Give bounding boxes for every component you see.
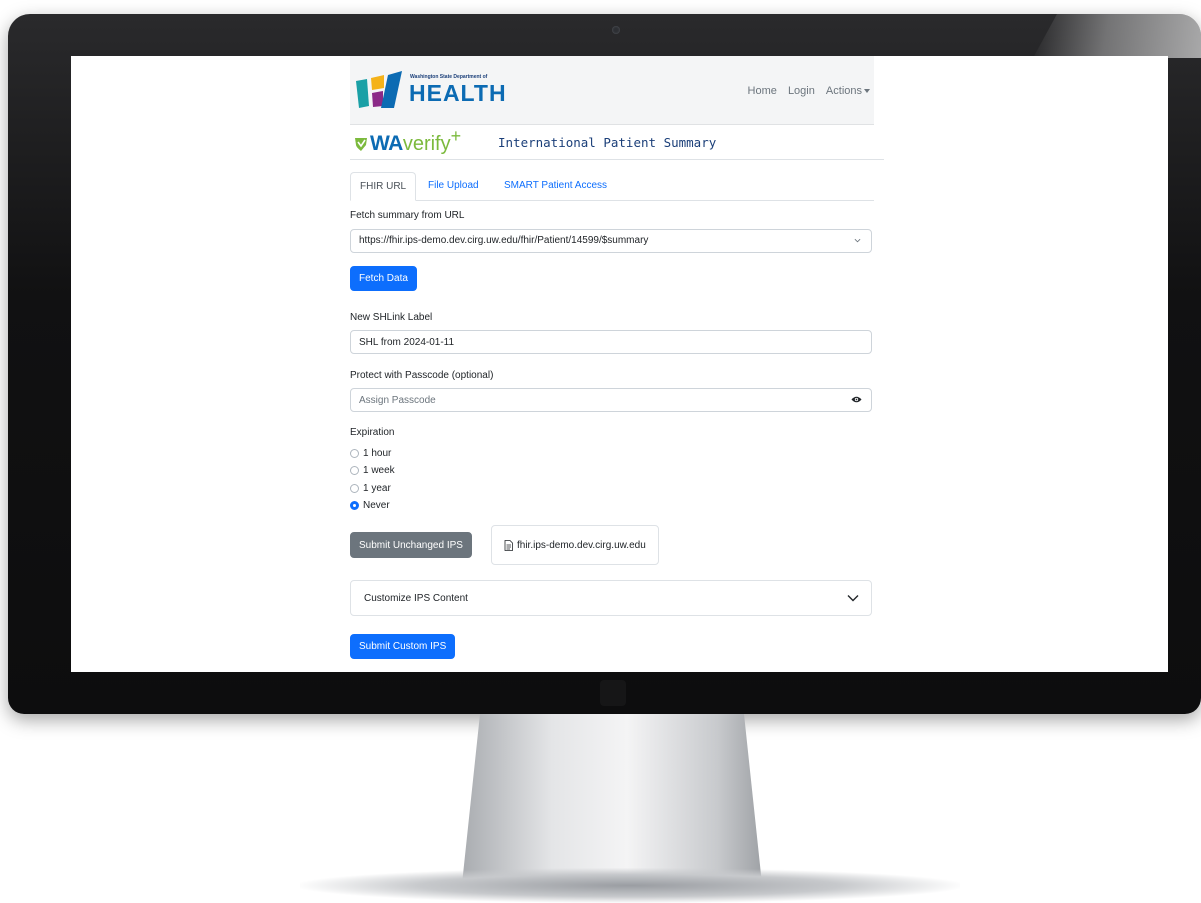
shlink-label-input[interactable] (350, 330, 872, 354)
source-file-button[interactable]: fhir.ips-demo.dev.cirg.uw.edu (491, 525, 659, 565)
waverify-verify: verify (402, 133, 451, 155)
expiration-option-label: 1 hour (363, 448, 392, 459)
monitor-chin-logo (600, 680, 626, 706)
nav-home-link[interactable]: Home (748, 85, 777, 97)
source-file-label: fhir.ips-demo.dev.cirg.uw.edu (517, 539, 646, 551)
fetch-data-button[interactable]: Fetch Data (350, 266, 417, 291)
expiration-option[interactable]: Never (350, 500, 390, 511)
shlink-label-label: New SHLink Label (350, 312, 433, 323)
radio-button[interactable] (350, 466, 359, 475)
radio-button[interactable] (350, 449, 359, 458)
tab-fhir-url[interactable]: FHIR URL (350, 172, 417, 201)
doh-logo: Washington State Department of HEALTH (356, 71, 507, 108)
nav-actions-label: Actions (825, 85, 862, 97)
browser-screen: Washington State Department of HEALTH Ho… (71, 56, 1168, 672)
camera-icon (612, 26, 620, 34)
waverify-wa: WA (370, 132, 403, 155)
page-content: Washington State Department of HEALTH Ho… (350, 56, 884, 659)
expiration-option[interactable]: 1 year (350, 483, 391, 494)
expiration-option-label: 1 week (363, 465, 395, 476)
chevron-down-icon (854, 238, 861, 243)
expiration-option[interactable]: 1 hour (350, 448, 391, 459)
passcode-group (350, 388, 872, 412)
monitor-stand-base (300, 868, 960, 903)
nav-links: Home Login Actions (740, 85, 870, 97)
doh-logo-mark (356, 71, 402, 108)
file-icon (504, 539, 513, 551)
fetch-url-select[interactable]: https://fhir.ips-demo.dev.cirg.uw.edu/fh… (350, 229, 872, 253)
radio-button[interactable] (350, 484, 359, 493)
chevron-down-icon (847, 595, 859, 602)
customize-ips-accordion[interactable]: Customize IPS Content (350, 580, 872, 616)
tab-bar: FHIR URL File Upload SMART Patient Acces… (350, 172, 874, 201)
radio-button-selected[interactable] (350, 501, 359, 510)
navbar: Washington State Department of HEALTH Ho… (350, 56, 874, 125)
nav-actions-dropdown[interactable]: Actions (826, 85, 870, 97)
eye-icon[interactable] (851, 395, 862, 404)
brand-bar: WA verify + International Patient Summar… (350, 125, 884, 160)
bezel-glare (1033, 14, 1201, 58)
expiration-option[interactable]: 1 week (350, 465, 395, 476)
waverify-plus: + (450, 126, 462, 146)
page-title: International Patient Summary (498, 135, 717, 150)
tab-smart-patient-access[interactable]: SMART Patient Access (495, 172, 616, 199)
passcode-label: Protect with Passcode (optional) (350, 370, 494, 381)
fetch-url-value: https://fhir.ips-demo.dev.cirg.uw.edu/fh… (359, 235, 649, 246)
fetch-url-label: Fetch summary from URL (350, 210, 465, 221)
nav-login-link[interactable]: Login (788, 85, 815, 97)
passcode-input[interactable] (350, 388, 872, 412)
submit-custom-ips-button[interactable]: Submit Custom IPS (350, 634, 456, 659)
expiration-option-label: Never (363, 500, 390, 511)
caret-down-icon (864, 89, 870, 94)
monitor-bezel: Washington State Department of HEALTH Ho… (8, 14, 1201, 714)
waverify-logo: WA verify + (354, 126, 462, 156)
submit-unchanged-ips-button[interactable]: Submit Unchanged IPS (350, 532, 472, 558)
tab-file-upload[interactable]: File Upload (419, 172, 488, 199)
expiration-label: Expiration (350, 427, 395, 438)
expiration-option-label: 1 year (363, 483, 391, 494)
shield-icon (355, 138, 367, 151)
customize-ips-label: Customize IPS Content (364, 593, 468, 604)
doh-health-text: HEALTH (409, 80, 507, 106)
monitor-stand (462, 714, 762, 884)
